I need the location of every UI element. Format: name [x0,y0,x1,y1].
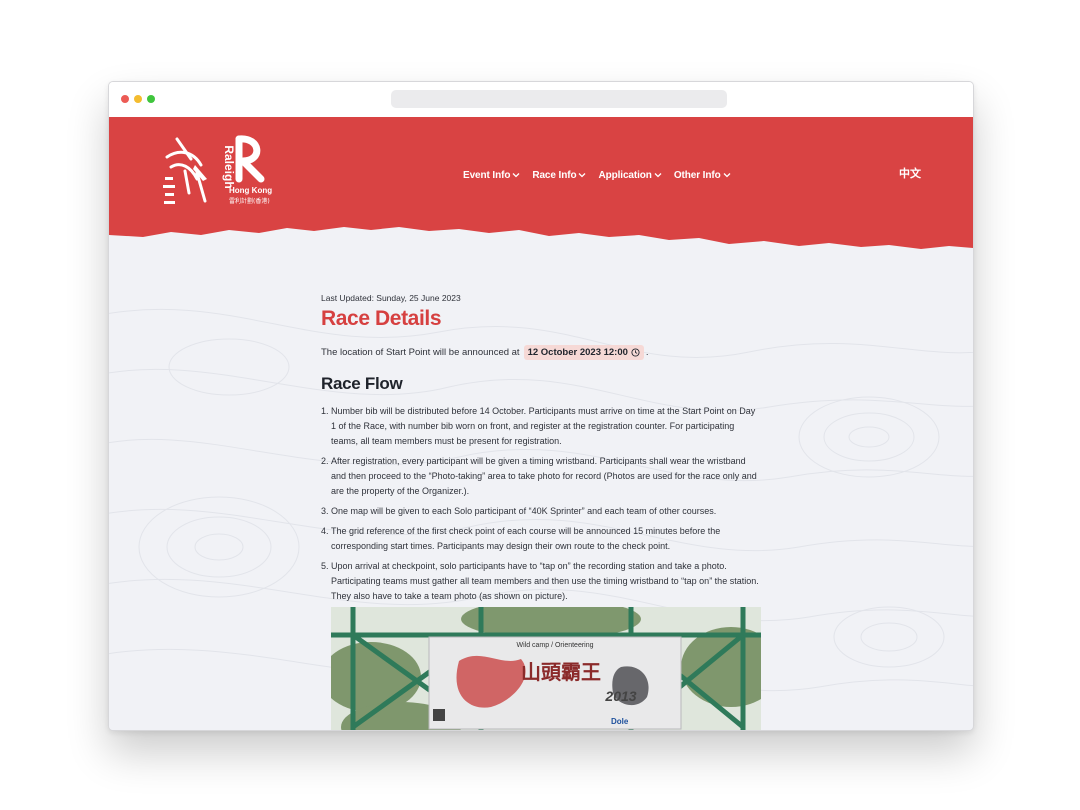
web-page: Raleigh Hong Kong 雷利計劃(香港) Event Info Ra… [109,117,973,730]
banner-year-text: 2013 [604,688,636,704]
nav-application[interactable]: Application [598,165,662,185]
chevron-down-icon [723,173,731,178]
banner-sponsor-text: Dole [611,717,629,726]
chevron-down-icon [512,173,520,178]
list-item-text: One map will be given to each Solo parti… [331,506,717,516]
list-item-number: 4. [321,526,329,536]
list-item-number: 5. [321,561,329,571]
language-switch[interactable]: 中文 [899,165,921,181]
maximize-window-button[interactable] [147,95,155,103]
list-item-number: 1. [321,406,329,416]
nav-event-info[interactable]: Event Info [463,165,520,185]
page-title: Race Details [321,307,442,330]
logo-chinese-text: 雷利計劃(香港) [229,197,270,205]
announce-date-badge: 12 October 2023 12:00 [523,345,644,360]
last-updated-text: Last Updated: Sunday, 25 June 2023 [321,293,461,303]
main-nav: Event Info Race Info Application Other I… [463,165,731,185]
nav-other-info-label: Other Info [673,169,721,181]
list-item: 4. The grid reference of the first check … [321,524,761,554]
list-item: 5. Upon arrival at checkpoint, solo parti… [321,559,761,604]
banner-top-text: Wild camp / Orienteering [516,642,593,649]
nav-other-info[interactable]: Other Info [674,165,731,185]
browser-titlebar [109,82,973,117]
race-flow-list: 1. Number bib will be distributed before … [321,404,761,604]
list-item-number: 2. [321,456,329,466]
list-item: 3. One map will be given to each Solo par… [321,504,761,519]
checkpoint-photo: Wild camp / Orienteering 山頭霸王 2013 Dole [331,607,761,730]
nav-race-info-label: Race Info [532,169,577,181]
chevron-down-icon [579,173,586,178]
list-item-text: The grid reference of the first check po… [331,526,721,551]
announce-date: 12 October 2023 12:00 [527,347,628,358]
list-item: 1. Number bib will be distributed before … [321,404,761,449]
announce-text: The location of Start Point will be anno… [321,347,520,358]
close-window-button[interactable] [121,95,129,103]
address-bar[interactable] [391,90,727,108]
list-item-number: 3. [321,506,329,516]
start-point-announcement: The location of Start Point will be anno… [321,345,761,360]
list-item: 2. After registration, every participant … [321,454,761,499]
browser-window: Raleigh Hong Kong 雷利計劃(香港) Event Info Ra… [108,81,974,731]
banner-chinese-text: 山頭霸王 [521,660,601,684]
main-content: Last Updated: Sunday, 25 June 2023 Race … [321,293,761,609]
nav-event-info-label: Event Info [463,169,511,181]
nav-race-info[interactable]: Race Info [532,165,586,185]
chevron-down-icon [654,173,662,178]
event-logo: Raleigh Hong Kong 雷利計劃(香港) [163,135,272,205]
list-item-text: Upon arrival at checkpoint, solo partici… [331,561,759,601]
list-item-text: Number bib will be distributed before 14… [331,406,756,446]
minimize-window-button[interactable] [134,95,142,103]
race-flow-heading: Race Flow [321,374,403,393]
list-item-text: After registration, every participant wi… [331,456,757,496]
logo-hongkong-text: Hong Kong [229,186,272,195]
nav-application-label: Application [598,169,652,181]
logo-raleigh-text: Raleigh [222,145,236,188]
clock-icon [631,348,640,357]
announce-end: . [645,347,649,358]
